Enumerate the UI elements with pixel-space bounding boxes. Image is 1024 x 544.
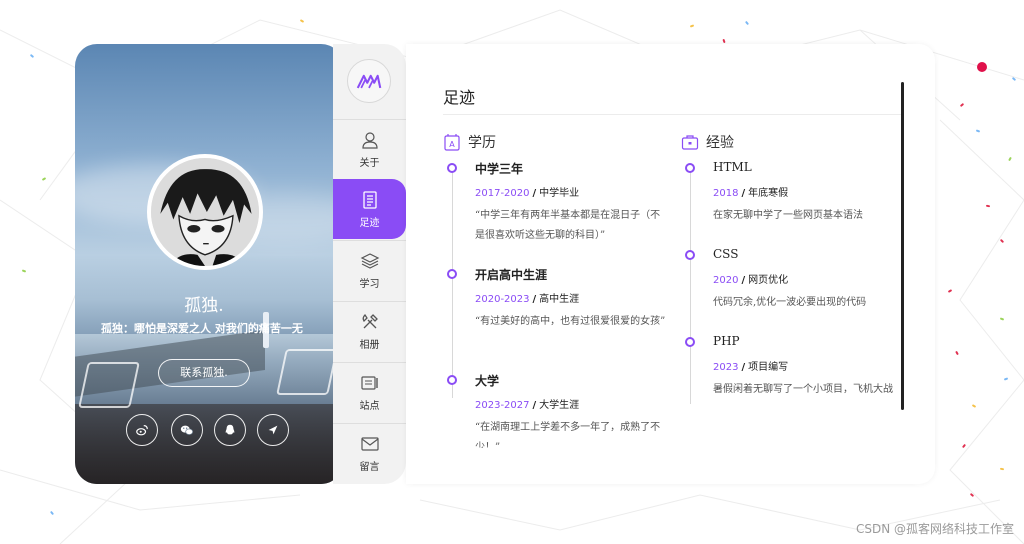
education-icon: A [444, 134, 460, 151]
timeline-tag: 项目编写 [748, 362, 789, 373]
avatar [147, 154, 263, 270]
meta-separator: / [741, 275, 746, 286]
timeline-title: HTML [713, 160, 752, 174]
site-icon [360, 376, 378, 390]
user-icon [361, 132, 378, 149]
timeline-meta: 2020/网页优化 [713, 271, 788, 286]
briefcase-icon [681, 135, 699, 150]
nav-item-study[interactable]: 学习 [333, 240, 406, 300]
timeline-dot [447, 269, 457, 279]
timeline-meta: 2018/年底寒假 [713, 184, 788, 199]
send-icon[interactable] [257, 414, 289, 446]
timeline-desc: “有过美好的高中，也有过很爱很爱的女孩” [475, 316, 666, 327]
beach-chair [276, 349, 338, 395]
profile-name: 孤独. [184, 296, 224, 316]
education-heading-label: 学历 [468, 135, 496, 151]
timeline-dot [685, 163, 695, 173]
timeline-line [452, 168, 453, 398]
tools-icon [362, 313, 378, 329]
ground [75, 404, 343, 484]
scrollbar[interactable] [901, 82, 904, 410]
timeline-date: 2023 [713, 362, 739, 373]
timeline-tag: 网页优化 [748, 275, 789, 286]
contact-button[interactable]: 联系孤独. [158, 359, 250, 387]
timeline-title: CSS [713, 247, 739, 261]
nav-item-label: 站点 [359, 401, 380, 412]
nav-item-about[interactable]: 关于 [333, 119, 406, 179]
meta-separator: / [741, 362, 746, 373]
nav-item-label: 相册 [359, 340, 380, 351]
timeline-desc: 暑假闲着无聊写了一个小项目，飞机大战 [713, 384, 893, 395]
experience-timeline-viewport: HTML 2018/年底寒假 在家无聊中学了一些网页基本语法 CSS 2020/… [684, 160, 899, 404]
timeline-meta: 2023-2027/大学生涯 [475, 396, 579, 411]
timeline-title: 大学 [475, 374, 500, 388]
experience-heading: 经验 [681, 132, 734, 152]
timeline-dot [447, 375, 457, 385]
timeline-meta: 2017-2020/中学毕业 [475, 184, 579, 199]
timeline-title: 中学三年 [475, 162, 524, 176]
side-nav: 关于 足迹 学习 相册 站点 留言 [333, 44, 406, 484]
mail-icon [360, 437, 379, 451]
watermark: CSDN @孤客网络科技工作室 [855, 522, 1014, 536]
meta-separator: / [532, 294, 537, 305]
timeline-desc: “在湖南理工上学差不多一年了，成熟了不少！” [475, 422, 661, 448]
experience-heading-label: 经验 [706, 135, 734, 151]
timeline-desc: 在家无聊中学了一些网页基本语法 [713, 210, 863, 221]
timeline-date: 2018 [713, 188, 739, 199]
timeline-desc: “中学三年有两年半基本都是在混日子（不是很喜欢听这些无聊的科目）” [475, 210, 661, 241]
page-title: 足迹 [443, 88, 476, 107]
timeline-meta: 2020-2023/高中生涯 [475, 290, 579, 305]
nav-item-label: 学习 [359, 279, 380, 290]
timeline-tag: 年底寒假 [748, 188, 789, 199]
document-icon [362, 190, 377, 209]
nav-item-label: 足迹 [359, 217, 380, 229]
main-panel: 足迹 A 学历 中学三年 2017-2020/中学毕业 “中学三年有两年半基本都… [406, 44, 935, 484]
site-logo[interactable] [347, 59, 391, 103]
timeline-date: 2020-2023 [475, 294, 530, 305]
weibo-icon[interactable] [126, 414, 158, 446]
confetti [977, 62, 987, 72]
profile-motto: 孤独：哪怕是深爱之人 对我们的痛苦一无 [101, 322, 303, 335]
timeline-date: 2020 [713, 275, 739, 286]
logo-icon [356, 74, 382, 89]
layers-icon [360, 253, 379, 269]
svg-text:A: A [449, 140, 455, 149]
meta-separator: / [741, 188, 746, 199]
nav-item-label: 关于 [359, 158, 380, 169]
timeline-title: 开启高中生涯 [475, 268, 548, 282]
timeline-dot [685, 337, 695, 347]
timeline-title: PHP [713, 334, 740, 348]
nav-item-footprint[interactable]: 足迹 [333, 179, 406, 239]
education-timeline-viewport: 中学三年 2017-2020/中学毕业 “中学三年有两年半基本都是在混日子（不是… [446, 160, 671, 448]
timeline-date: 2017-2020 [475, 188, 530, 199]
profile-card: 孤独. 孤独：哪怕是深爱之人 对我们的痛苦一无 联系孤独. [75, 44, 343, 484]
anime-avatar-image [151, 158, 259, 266]
confetti [999, 467, 1005, 471]
meta-separator: / [532, 188, 537, 199]
timeline-tag: 大学生涯 [539, 400, 580, 411]
timeline-line [690, 168, 691, 404]
timeline-date: 2023-2027 [475, 400, 530, 411]
beach-chair [78, 362, 140, 408]
timeline-desc: 代码冗余,优化一波必要出现的代码 [713, 297, 867, 308]
timeline-meta: 2023/项目编写 [713, 358, 788, 373]
qq-icon[interactable] [214, 414, 246, 446]
nav-item-label: 留言 [359, 462, 380, 473]
nav-item-site[interactable]: 站点 [333, 362, 406, 422]
meta-separator: / [532, 400, 537, 411]
timeline-dot [447, 163, 457, 173]
timeline-dot [685, 250, 695, 260]
timeline-tag: 高中生涯 [539, 294, 580, 305]
education-heading: A 学历 [443, 132, 496, 152]
nav-item-message[interactable]: 留言 [333, 423, 406, 483]
timeline-tag: 中学毕业 [539, 188, 580, 199]
title-divider [443, 114, 901, 115]
wechat-icon[interactable] [171, 414, 203, 446]
confetti [985, 204, 991, 208]
nav-item-album[interactable]: 相册 [333, 301, 406, 361]
